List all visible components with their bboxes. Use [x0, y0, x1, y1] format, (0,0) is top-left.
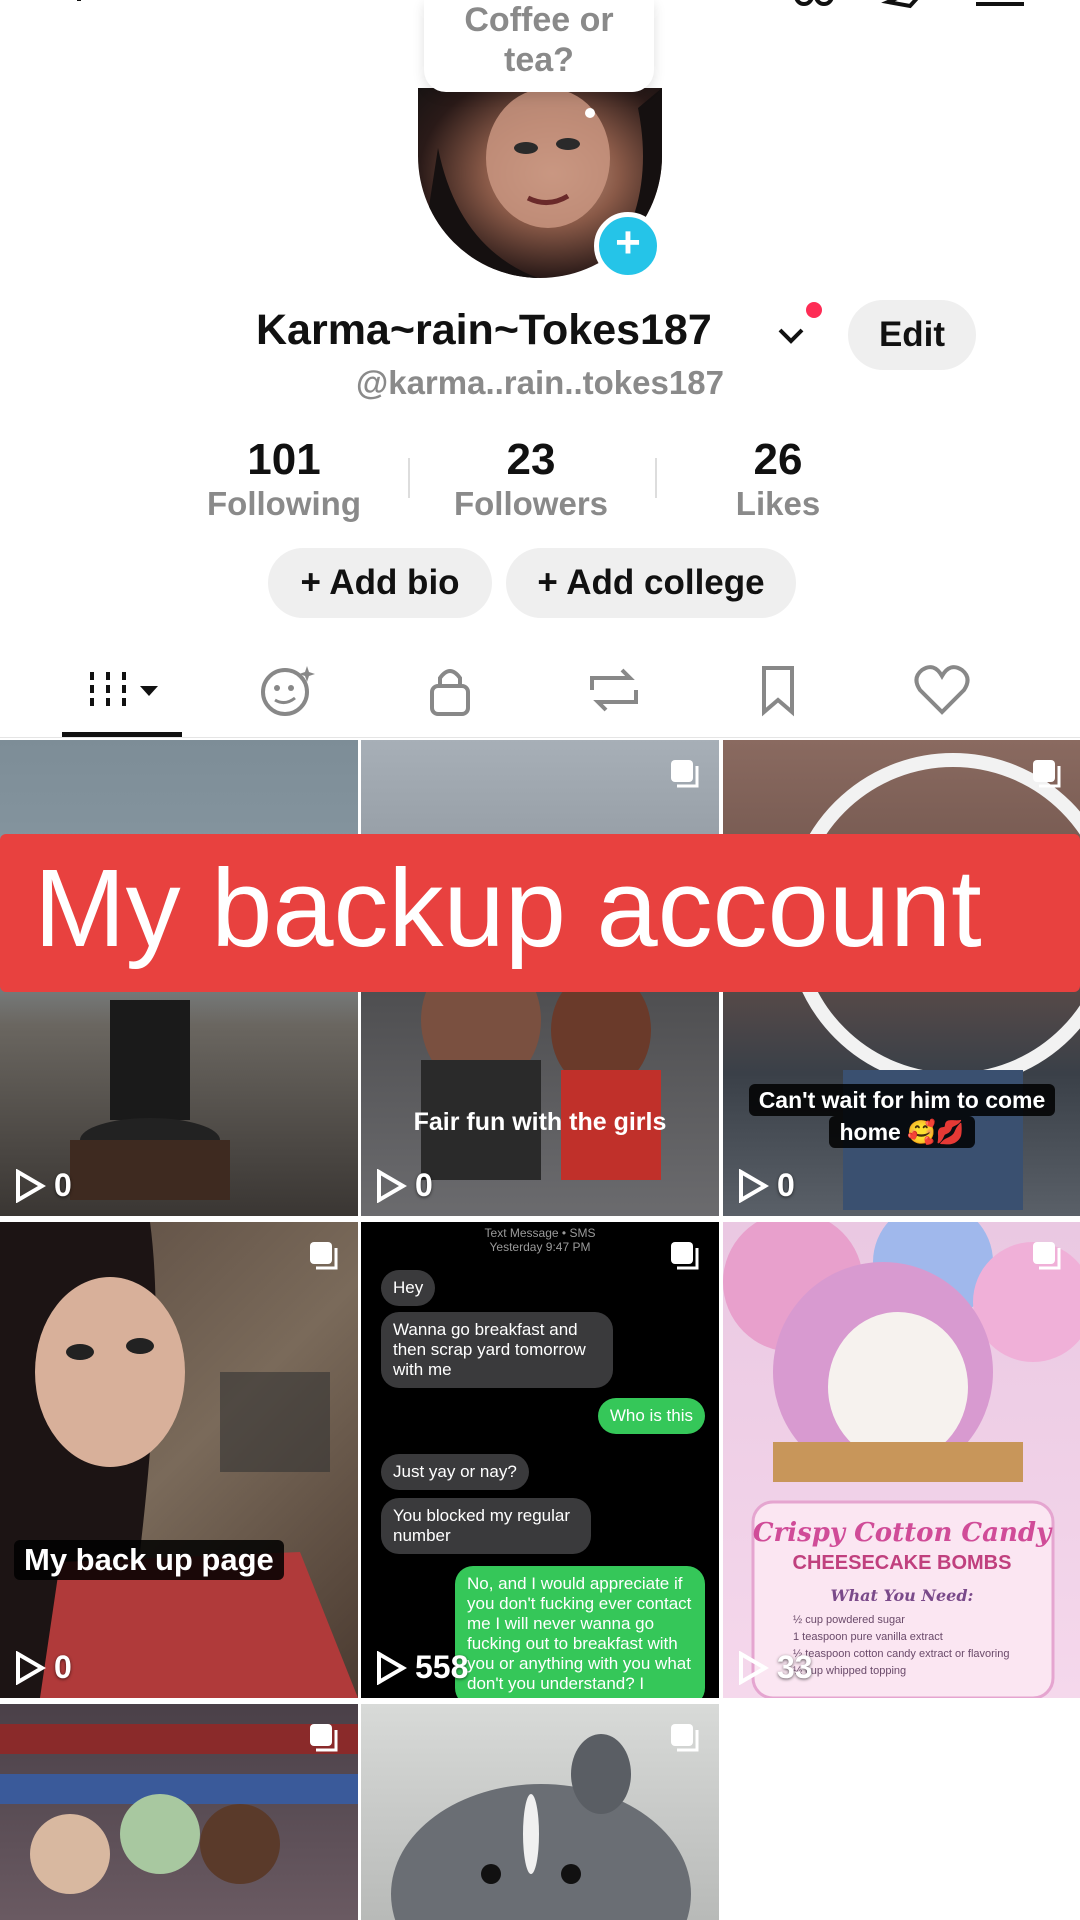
share-icon[interactable]	[880, 0, 940, 22]
menu-icon[interactable]	[970, 0, 1030, 22]
multi-photo-icon	[1029, 1238, 1065, 1274]
overlay-banner: My backup account	[0, 834, 1080, 992]
status-bubble-line1: Coffee or	[464, 1, 614, 39]
recipe-ingredients: ½ cup powdered sugar 1 teaspoon pure van…	[793, 1612, 1009, 1680]
view-count: 558	[375, 1649, 468, 1686]
multi-photo-icon	[306, 1238, 342, 1274]
view-count: 33	[737, 1649, 813, 1686]
multi-photo-icon	[1029, 756, 1065, 792]
notification-dot	[806, 302, 822, 318]
video-thumbnail[interactable]	[361, 1704, 719, 1920]
multi-photo-icon	[667, 756, 703, 792]
view-count: 0	[737, 1167, 795, 1204]
video-caption: Fair fun with the girls	[413, 1108, 667, 1136]
view-count: 0	[14, 1649, 72, 1686]
username-row: Karma~rain~Tokes187 Edit	[0, 300, 1080, 370]
ingredient: ½ cup whipped topping	[793, 1665, 907, 1677]
stat-followers[interactable]: 23 Followers	[421, 436, 641, 524]
active-tab-indicator	[62, 732, 182, 737]
message-in: Just yay or nay?	[381, 1454, 529, 1490]
divider	[655, 458, 657, 498]
ingredient: ½ cup powdered sugar	[793, 1614, 905, 1626]
sms-timestamp: Yesterday 9:47 PM	[489, 1240, 591, 1254]
play-icon	[377, 1168, 407, 1203]
stat-value: 26	[753, 435, 803, 484]
play-icon	[16, 1650, 46, 1685]
lock-icon[interactable]	[418, 662, 482, 718]
recipe-need: What You Need:	[830, 1586, 974, 1605]
video-thumbnail[interactable]	[0, 1704, 358, 1920]
video-caption: My back up page	[14, 1540, 358, 1580]
video-thumbnail[interactable]: Text Message • SMS Yesterday 9:47 PM Hey…	[361, 1222, 719, 1698]
creator-tools-icon[interactable]	[790, 0, 850, 22]
recipe-title: Crispy Cotton Candy	[752, 1518, 1052, 1548]
message-in: Wanna go breakfast and then scrap yard t…	[381, 1312, 613, 1388]
video-thumbnail[interactable]: Crispy Cotton Candy CHEESECAKE BOMBS Wha…	[723, 1222, 1080, 1698]
play-icon	[16, 1168, 46, 1203]
add-college-button[interactable]: + Add college	[506, 548, 796, 618]
stat-label: Following	[207, 485, 361, 522]
tab-videos[interactable]	[84, 662, 164, 718]
add-story-button[interactable]: +	[594, 212, 662, 280]
recipe-subtitle: CHEESECAKE BOMBS	[792, 1552, 1012, 1574]
sms-header: Text Message • SMS	[484, 1226, 596, 1240]
view-count: 0	[14, 1167, 72, 1204]
video-caption: Can't wait for him to come home 🥰💋	[723, 1084, 1080, 1148]
message-out: No, and I would appreciate if you don't …	[455, 1566, 705, 1698]
ingredient: ½ teaspoon cotton candy extract or flavo…	[793, 1648, 1010, 1660]
add-bio-button[interactable]: + Add bio	[268, 548, 492, 618]
stat-value: 101	[247, 435, 321, 484]
heart-icon[interactable]	[910, 662, 974, 718]
play-icon	[739, 1168, 769, 1203]
chevron-down-icon[interactable]	[776, 320, 806, 350]
status-bubble[interactable]: Coffee or tea?	[424, 0, 654, 92]
multi-photo-icon	[306, 1720, 342, 1756]
bookmark-icon[interactable]	[746, 662, 810, 718]
ingredient: 1 teaspoon pure vanilla extract	[793, 1631, 943, 1643]
stats-row: 101 Following 23 Followers 26 Likes	[0, 436, 1080, 526]
display-name: Karma~rain~Tokes187	[256, 306, 712, 354]
stat-value: 23	[506, 435, 556, 484]
add-friend-icon[interactable]	[30, 0, 90, 22]
stat-likes[interactable]: 26 Likes	[668, 436, 888, 524]
handle: @karma..rain..tokes187	[356, 364, 724, 401]
ai-self-icon[interactable]	[255, 662, 319, 718]
repost-icon[interactable]	[582, 662, 646, 718]
message-in: Hey	[381, 1270, 436, 1306]
stat-following[interactable]: 101 Following	[174, 436, 394, 524]
multi-photo-icon	[667, 1720, 703, 1756]
divider	[408, 458, 410, 498]
stat-label: Likes	[735, 485, 821, 522]
view-count: 0	[375, 1167, 433, 1204]
play-icon	[739, 1650, 769, 1685]
message-out: Who is this	[597, 1398, 705, 1434]
edit-profile-button[interactable]: Edit	[848, 300, 976, 370]
message-in: You blocked my regular number	[381, 1498, 591, 1554]
stat-label: Followers	[453, 485, 609, 522]
bubble-tail	[585, 108, 595, 118]
play-icon	[377, 1650, 407, 1685]
status-bubble-line2: tea?	[504, 41, 574, 79]
multi-photo-icon	[667, 1238, 703, 1274]
video-thumbnail[interactable]: My back up page 0	[0, 1222, 358, 1698]
content-tabs	[0, 652, 1080, 738]
